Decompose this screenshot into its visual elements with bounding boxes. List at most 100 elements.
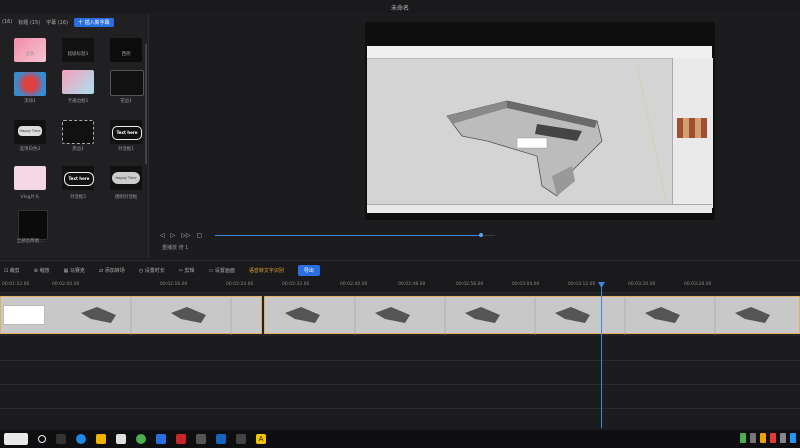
tab-subtitle[interactable]: 字幕 (16) <box>46 19 68 26</box>
preview-screen-content <box>367 46 713 213</box>
os-taskbar: A <box>0 430 800 448</box>
clip-thumbnails <box>81 297 232 335</box>
tile-text-happy-time: Happy Time <box>112 172 140 184</box>
chat-icon[interactable] <box>136 434 146 444</box>
battery-icon[interactable] <box>740 433 746 443</box>
tray-app-icon[interactable] <box>790 433 796 443</box>
app-icon[interactable] <box>216 434 226 444</box>
file-explorer-icon[interactable] <box>96 434 106 444</box>
tray-app-icon[interactable] <box>770 433 776 443</box>
tick-label: 00:02:48.00 <box>398 282 426 287</box>
mosaic-label: 马赛克 <box>69 267 85 274</box>
template-label: Vlog片头 <box>20 195 40 200</box>
cut-label: 剪辑 <box>184 267 195 274</box>
zoom-button[interactable]: ⊕ 缩放 <box>34 267 50 274</box>
tray-app-icon[interactable] <box>760 433 766 443</box>
app-icon[interactable] <box>156 434 166 444</box>
stop-icon[interactable]: ▢ <box>196 232 202 239</box>
network-icon[interactable] <box>750 433 756 443</box>
template-label: 选项白色3 <box>19 147 41 152</box>
playback-progress-bar[interactable] <box>215 233 495 237</box>
playhead-line <box>601 286 602 428</box>
title-bar: 未命名 <box>0 0 800 14</box>
tab-all[interactable]: (16) <box>2 19 12 25</box>
tile-text-here: Text here <box>112 126 142 140</box>
next-frame-icon[interactable]: ▷▷ <box>181 232 190 239</box>
tick-label: 00:02:16.00 <box>160 282 188 287</box>
template-tile[interactable] <box>62 70 94 94</box>
edit-toolbar: ⊡ 裁剪 ⊕ 缩放 ▦ 马赛克 ⇄ 添加转场 ◷ 设置时长 ✂ 剪辑 ▭ 设置画… <box>0 260 800 279</box>
tick-label: 00:03:28.00 <box>684 282 712 287</box>
system-tray <box>740 433 796 443</box>
app-icon[interactable] <box>116 434 126 444</box>
template-tile[interactable] <box>14 38 46 62</box>
voice-to-text-button[interactable]: 语音转文字识别 <box>249 267 284 274</box>
template-tile[interactable] <box>14 72 46 96</box>
play-info: 重播放 倍 1 <box>162 245 189 251</box>
crop-button[interactable]: ⊡ 裁剪 <box>4 267 20 274</box>
template-label: 花边1 <box>120 99 132 104</box>
tick-label: 00:02:32.00 <box>282 282 310 287</box>
play-icon[interactable]: ▷ <box>171 232 176 239</box>
template-tabs: (16) 标题 (15) 字幕 (16) 十 插入新字幕 <box>0 14 148 30</box>
template-tile[interactable] <box>110 38 142 62</box>
template-label: 全部后两图... <box>16 239 44 244</box>
mosaic-button[interactable]: ▦ 马赛克 <box>64 267 85 274</box>
window-title: 未命名 <box>390 4 409 12</box>
template-tile[interactable]: Happy Time <box>110 166 142 190</box>
tick-label: 00:03:20.00 <box>628 282 656 287</box>
playback-controls: ◁ ▷ ▷▷ ▢ <box>160 232 202 239</box>
tick-label: 00:02:24.00 <box>226 282 254 287</box>
track-divider <box>0 408 800 409</box>
task-view-icon[interactable] <box>56 434 66 444</box>
frame-button[interactable]: ▭ 设置画面 <box>209 267 235 274</box>
template-label: 对话框5 <box>69 195 87 200</box>
cut-button[interactable]: ✂ 剪辑 <box>179 267 195 274</box>
video-editor-icon[interactable]: A <box>256 434 266 444</box>
progress-knob[interactable] <box>479 233 483 237</box>
add-subtitle-button[interactable]: 十 插入新字幕 <box>73 17 114 27</box>
duration-label: 设置时长 <box>144 267 165 274</box>
edge-browser-icon[interactable] <box>76 434 86 444</box>
app-icon[interactable] <box>236 434 246 444</box>
empty-tracks <box>0 338 800 430</box>
video-clip[interactable] <box>0 296 262 335</box>
frame-label: 设置画面 <box>214 267 235 274</box>
tray-app-icon[interactable] <box>780 433 786 443</box>
template-tile[interactable] <box>18 210 48 240</box>
template-tile[interactable]: Text here <box>110 120 142 144</box>
duration-button[interactable]: ◷ 设置时长 <box>139 267 165 274</box>
transition-label: 添加转场 <box>104 267 125 274</box>
template-tile[interactable] <box>110 70 144 96</box>
app-icon[interactable] <box>196 434 206 444</box>
tile-text-here: Text here <box>64 172 94 186</box>
template-label: 透明对话框 <box>114 195 138 200</box>
panel-scrollbar[interactable] <box>145 44 147 164</box>
prev-frame-icon[interactable]: ◁ <box>160 232 165 239</box>
template-tile[interactable]: Text here <box>62 166 94 190</box>
tick-label: 00:01:52.00 <box>2 282 30 287</box>
tick-label: 00:02:00.00 <box>52 282 80 287</box>
taskbar-search[interactable] <box>4 433 28 445</box>
preview-app-sidepanel <box>672 58 713 208</box>
template-label: 黑边1 <box>72 147 84 152</box>
video-clip[interactable] <box>264 296 800 335</box>
template-tile[interactable] <box>62 38 94 62</box>
track-divider <box>0 384 800 385</box>
start-circle-icon[interactable] <box>38 435 46 443</box>
timeline-ruler[interactable]: 00:01:52.00 00:02:00.00 00:02:16.00 00:0… <box>0 280 800 293</box>
subtitle-template-panel: (16) 标题 (15) 字幕 (16) 十 插入新字幕 蓝色 超级标题3 西侧… <box>0 14 149 258</box>
playback-progress-fill <box>215 233 483 237</box>
template-tile[interactable]: Happy Time <box>14 120 46 144</box>
template-label: 蓝色 <box>25 52 35 57</box>
material-swatches <box>677 118 707 138</box>
template-tile[interactable] <box>62 120 94 144</box>
video-preview <box>365 22 715 220</box>
tab-title[interactable]: 标题 (15) <box>18 19 40 26</box>
tick-label: 00:02:40.00 <box>340 282 368 287</box>
template-label: 超级标题3 <box>67 52 89 57</box>
export-button[interactable]: 导出 <box>297 264 320 276</box>
app-icon[interactable] <box>176 434 186 444</box>
template-tile[interactable] <box>14 166 46 190</box>
transition-button[interactable]: ⇄ 添加转场 <box>99 267 125 274</box>
